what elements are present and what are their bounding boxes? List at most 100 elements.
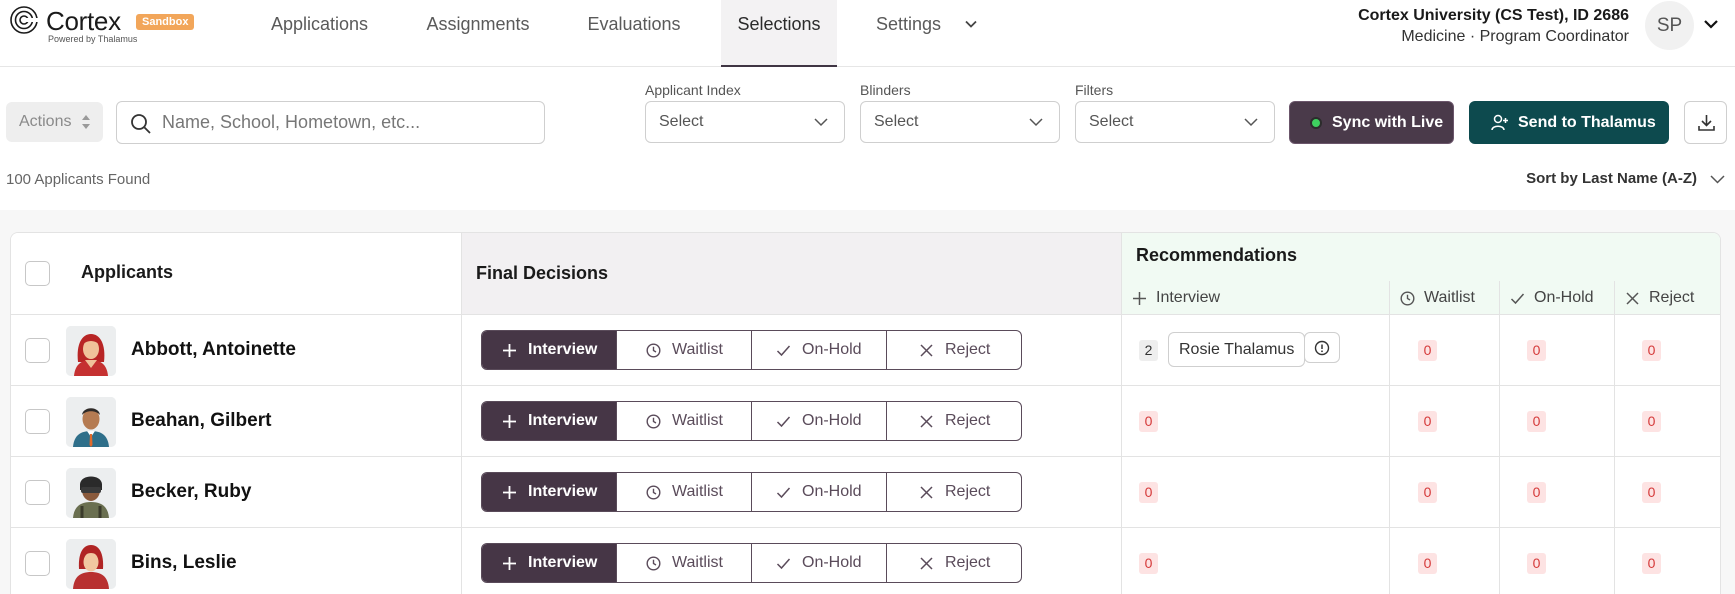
nav-item-settings[interactable]: Settings xyxy=(864,0,979,67)
decision-waitlist-button[interactable]: Waitlist xyxy=(617,544,752,582)
clock-icon xyxy=(646,556,661,571)
decision-waitlist-button[interactable]: Waitlist xyxy=(617,402,752,440)
send-to-thalamus-button[interactable]: Send to Thalamus xyxy=(1469,101,1669,144)
decision-onhold-button[interactable]: On-Hold xyxy=(752,544,887,582)
plus-icon xyxy=(503,486,516,499)
final-decision-cell: Interview Waitlist On-Hold Reject xyxy=(462,457,1122,528)
decision-waitlist-button[interactable]: Waitlist xyxy=(617,473,752,511)
download-button[interactable] xyxy=(1684,101,1727,144)
decision-label: Interview xyxy=(528,412,598,429)
applicant-cell: Becker, Ruby xyxy=(11,457,462,528)
applicant-cell: Beahan, Gilbert xyxy=(11,386,462,457)
row-checkbox[interactable] xyxy=(25,409,50,434)
decision-label: Reject xyxy=(945,341,991,358)
decision-label: On-Hold xyxy=(802,412,862,429)
rec-onhold-cell: 0 xyxy=(1500,528,1615,594)
decision-onhold-button[interactable]: On-Hold xyxy=(752,402,887,440)
rec-onhold-cell: 0 xyxy=(1500,457,1615,528)
chevron-down-icon[interactable] xyxy=(1703,17,1719,31)
rec-column-reject: Reject xyxy=(1615,281,1720,315)
row-checkbox[interactable] xyxy=(25,480,50,505)
rec-reject-cell: 0 xyxy=(1615,386,1720,457)
download-icon xyxy=(1698,115,1715,131)
final-decision-cell: Interview Waitlist On-Hold Reject xyxy=(462,528,1122,594)
chevron-down-icon xyxy=(1029,118,1043,127)
decision-label: Waitlist xyxy=(672,483,723,500)
reject-count-badge: 0 xyxy=(1642,340,1661,361)
clock-icon xyxy=(646,485,661,500)
decision-label: Waitlist xyxy=(672,554,723,571)
account-info: Cortex University (CS Test), ID 2686 Med… xyxy=(1358,7,1629,46)
x-icon xyxy=(920,486,933,499)
applicant-name[interactable]: Abbott, Antoinette xyxy=(131,339,296,361)
reject-count-badge: 0 xyxy=(1642,411,1661,432)
applicant-name[interactable]: Beahan, Gilbert xyxy=(131,410,271,432)
user-avatar[interactable]: SP xyxy=(1645,1,1694,50)
onhold-count-badge: 0 xyxy=(1527,411,1546,432)
decision-interview-button[interactable]: Interview xyxy=(482,473,617,511)
search-box xyxy=(116,101,545,144)
decision-reject-button[interactable]: Reject xyxy=(887,402,1021,440)
brand-logo[interactable]: Cortex Sandbox Powered by Thalamus xyxy=(9,4,209,46)
results-count: 100 Applicants Found xyxy=(6,171,151,188)
blinders-select[interactable]: Select xyxy=(860,101,1060,143)
actions-button[interactable]: Actions xyxy=(6,102,103,142)
sync-with-live-button[interactable]: Sync with Live xyxy=(1289,101,1454,144)
decision-label: Interview xyxy=(528,554,598,571)
info-button[interactable] xyxy=(1304,332,1340,363)
row-checkbox[interactable] xyxy=(25,338,50,363)
decision-reject-button[interactable]: Reject xyxy=(887,331,1021,369)
decision-reject-button[interactable]: Reject xyxy=(887,473,1021,511)
x-icon xyxy=(920,557,933,570)
nav-item-label: Selections xyxy=(737,14,821,34)
recommendations-header: Recommendations Interview Waitlist On-Ho… xyxy=(1122,233,1720,315)
nav-item-evaluations[interactable]: Evaluations xyxy=(572,0,696,67)
select-all-checkbox[interactable] xyxy=(25,261,50,286)
nav-item-label: Evaluations xyxy=(587,14,681,34)
decision-interview-button[interactable]: Interview xyxy=(482,402,617,440)
search-input[interactable] xyxy=(162,102,532,143)
filters-select[interactable]: Select xyxy=(1075,101,1275,143)
interview-count-badge: 2 xyxy=(1139,340,1158,361)
x-icon xyxy=(920,415,933,428)
live-status-dot xyxy=(1310,117,1322,129)
onhold-count-badge: 0 xyxy=(1527,553,1546,574)
rec-column-label: Waitlist xyxy=(1424,289,1475,306)
rec-column-label: Interview xyxy=(1156,289,1221,306)
onhold-count-badge: 0 xyxy=(1527,482,1546,503)
applicant-name[interactable]: Bins, Leslie xyxy=(131,552,237,574)
nav-item-applications[interactable]: Applications xyxy=(257,0,382,67)
rec-column-interview: Interview xyxy=(1122,281,1390,315)
interview-count-badge: 0 xyxy=(1139,553,1158,574)
rec-column-waitlist: Waitlist xyxy=(1390,281,1500,315)
decision-label: Reject xyxy=(945,483,991,500)
nav-item-assignments[interactable]: Assignments xyxy=(412,0,544,67)
decision-reject-button[interactable]: Reject xyxy=(887,544,1021,582)
reviewer-chip[interactable]: Rosie Thalamus xyxy=(1168,332,1306,367)
waitlist-count-badge: 0 xyxy=(1418,482,1437,503)
decision-interview-button[interactable]: Interview xyxy=(482,331,617,369)
check-icon xyxy=(1510,293,1525,305)
chevron-down-icon[interactable] xyxy=(1710,173,1725,185)
decision-onhold-button[interactable]: On-Hold xyxy=(752,331,887,369)
decision-interview-button[interactable]: Interview xyxy=(482,544,617,582)
final-decision-cell: Interview Waitlist On-Hold Reject xyxy=(462,386,1122,457)
row-checkbox[interactable] xyxy=(25,551,50,576)
check-icon xyxy=(776,416,791,428)
applicant-index-select[interactable]: Select xyxy=(645,101,845,143)
chevron-down-icon xyxy=(814,118,828,127)
sort-selector[interactable]: Sort by Last Name (A-Z) xyxy=(1526,170,1697,187)
sandbox-badge: Sandbox xyxy=(136,14,195,30)
applicant-name[interactable]: Becker, Ruby xyxy=(131,481,251,503)
interview-count-badge: 0 xyxy=(1139,411,1158,432)
account-name: Cortex University (CS Test), ID 2686 xyxy=(1358,7,1629,24)
select-value: Select xyxy=(874,113,919,130)
brand-name: Cortex xyxy=(46,6,121,36)
decision-segmented-control: Interview Waitlist On-Hold Reject xyxy=(481,543,1022,583)
nav-item-selections[interactable]: Selections xyxy=(721,0,837,67)
decision-waitlist-button[interactable]: Waitlist xyxy=(617,331,752,369)
table-row: Becker, Ruby Interview Waitlist On-Hold xyxy=(11,457,1720,528)
decision-onhold-button[interactable]: On-Hold xyxy=(752,473,887,511)
search-icon xyxy=(131,114,151,134)
decision-label: Waitlist xyxy=(672,341,723,358)
